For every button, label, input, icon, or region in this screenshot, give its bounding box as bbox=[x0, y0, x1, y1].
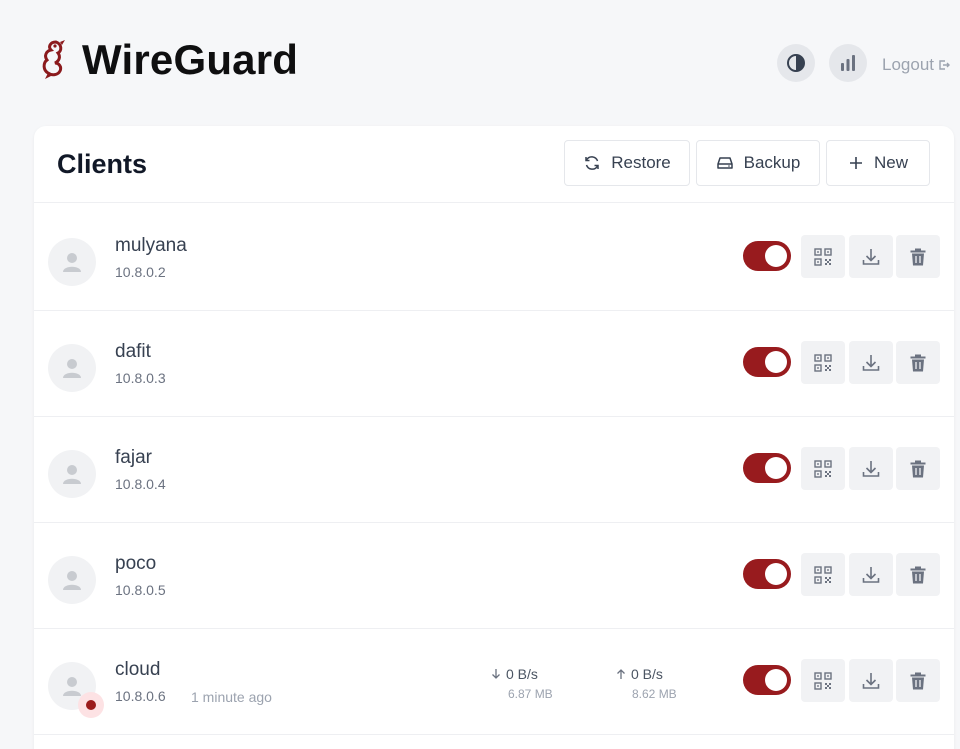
clients-title: Clients bbox=[57, 149, 148, 179]
show-qr-button[interactable] bbox=[801, 341, 845, 384]
download-config-button[interactable] bbox=[849, 553, 893, 596]
download-icon bbox=[862, 248, 880, 265]
logout-link[interactable]: Logout bbox=[882, 55, 950, 75]
client-name[interactable]: cloud bbox=[115, 659, 160, 681]
client-enable-toggle[interactable] bbox=[743, 665, 791, 695]
trash-icon bbox=[910, 672, 926, 689]
brand: WireGuard bbox=[40, 36, 298, 84]
delete-client-button[interactable] bbox=[896, 659, 940, 702]
show-qr-button[interactable] bbox=[801, 235, 845, 278]
delete-client-button[interactable] bbox=[896, 447, 940, 490]
show-qr-button[interactable] bbox=[801, 553, 845, 596]
user-icon bbox=[63, 359, 81, 378]
client-row: fajar 10.8.0.4 bbox=[34, 416, 954, 523]
client-row: poco 10.8.0.5 bbox=[34, 522, 954, 629]
online-dot-core bbox=[86, 700, 96, 710]
qrcode-icon bbox=[814, 247, 832, 266]
client-row: mulyana 10.8.0.2 bbox=[34, 204, 954, 311]
new-client-button[interactable]: New bbox=[826, 140, 930, 186]
toggle-knob bbox=[765, 351, 787, 373]
download-config-button[interactable] bbox=[849, 659, 893, 702]
tx-rate: 0 B/s bbox=[615, 666, 663, 682]
client-name[interactable]: poco bbox=[115, 553, 156, 575]
logout-icon bbox=[939, 60, 950, 70]
delete-client-button[interactable] bbox=[896, 553, 940, 596]
delete-client-button[interactable] bbox=[896, 235, 940, 278]
online-indicator bbox=[78, 692, 104, 718]
show-qr-button[interactable] bbox=[801, 659, 845, 702]
avatar bbox=[48, 344, 96, 392]
user-icon bbox=[63, 571, 81, 590]
client-address[interactable]: 10.8.0.6 bbox=[115, 688, 166, 704]
tx-rate-value: 0 B/s bbox=[631, 666, 663, 682]
client-name[interactable]: fajar bbox=[115, 447, 152, 469]
trash-icon bbox=[910, 460, 926, 477]
avatar bbox=[48, 556, 96, 604]
toggle-knob bbox=[765, 563, 787, 585]
qrcode-icon bbox=[814, 565, 832, 584]
clients-card: Clients Restore Backup New mulyana 10.8.… bbox=[34, 126, 954, 749]
theme-toggle-button[interactable] bbox=[777, 44, 815, 82]
rx-total: 6.87 MB bbox=[508, 687, 553, 701]
download-config-button[interactable] bbox=[849, 447, 893, 490]
download-config-button[interactable] bbox=[849, 341, 893, 384]
qrcode-icon bbox=[814, 459, 832, 478]
trash-icon bbox=[910, 248, 926, 265]
new-label: New bbox=[873, 153, 908, 172]
contrast-icon bbox=[787, 54, 805, 72]
toggle-knob bbox=[765, 245, 787, 267]
backup-label: Backup bbox=[743, 153, 801, 172]
delete-client-button[interactable] bbox=[896, 341, 940, 384]
client-address[interactable]: 10.8.0.2 bbox=[115, 264, 166, 280]
client-enable-toggle[interactable] bbox=[743, 347, 791, 377]
backup-button[interactable]: Backup bbox=[696, 140, 820, 186]
tx-total: 8.62 MB bbox=[632, 687, 677, 701]
trash-icon bbox=[910, 566, 926, 583]
client-row: cloud 10.8.0.6 1 minute ago 0 B/s 6.87 M… bbox=[34, 628, 954, 735]
download-icon bbox=[862, 672, 880, 689]
download-icon bbox=[862, 354, 880, 371]
client-enable-toggle[interactable] bbox=[743, 453, 791, 483]
qrcode-icon bbox=[814, 671, 832, 690]
restore-button[interactable]: Restore bbox=[564, 140, 690, 186]
rx-rate-value: 0 B/s bbox=[506, 666, 538, 682]
avatar bbox=[48, 238, 96, 286]
user-icon bbox=[63, 253, 81, 272]
client-address[interactable]: 10.8.0.3 bbox=[115, 370, 166, 386]
toggle-knob bbox=[765, 457, 787, 479]
client-enable-toggle[interactable] bbox=[743, 241, 791, 271]
user-icon bbox=[63, 465, 81, 484]
client-row: dafit 10.8.0.3 bbox=[34, 310, 954, 417]
toggle-knob bbox=[765, 669, 787, 691]
trash-icon bbox=[910, 354, 926, 371]
client-name[interactable]: mulyana bbox=[115, 235, 187, 257]
app-title: WireGuard bbox=[82, 36, 299, 83]
arrow-down-icon bbox=[492, 669, 500, 679]
bar-chart-icon bbox=[841, 55, 855, 71]
show-qr-button[interactable] bbox=[801, 447, 845, 490]
rx-rate: 0 B/s bbox=[490, 666, 538, 682]
client-address[interactable]: 10.8.0.4 bbox=[115, 476, 166, 492]
qrcode-icon bbox=[814, 353, 832, 372]
logout-label: Logout bbox=[882, 55, 934, 74]
download-icon bbox=[862, 566, 880, 583]
app-header: WireGuard Logout bbox=[0, 0, 960, 120]
arrow-up-icon bbox=[617, 669, 625, 679]
download-icon bbox=[862, 460, 880, 477]
client-name[interactable]: dafit bbox=[115, 341, 151, 363]
refresh-icon bbox=[585, 156, 599, 170]
plus-icon bbox=[849, 157, 862, 169]
restore-label: Restore bbox=[611, 153, 671, 172]
download-config-button[interactable] bbox=[849, 235, 893, 278]
client-enable-toggle[interactable] bbox=[743, 559, 791, 589]
avatar bbox=[48, 450, 96, 498]
drive-icon bbox=[716, 157, 733, 169]
clients-card-header: Clients Restore Backup New bbox=[34, 126, 954, 203]
user-icon bbox=[63, 677, 81, 696]
wireguard-dragon-icon bbox=[42, 40, 65, 79]
client-address[interactable]: 10.8.0.5 bbox=[115, 582, 166, 598]
stats-toggle-button[interactable] bbox=[829, 44, 867, 82]
last-handshake: 1 minute ago bbox=[191, 689, 272, 705]
